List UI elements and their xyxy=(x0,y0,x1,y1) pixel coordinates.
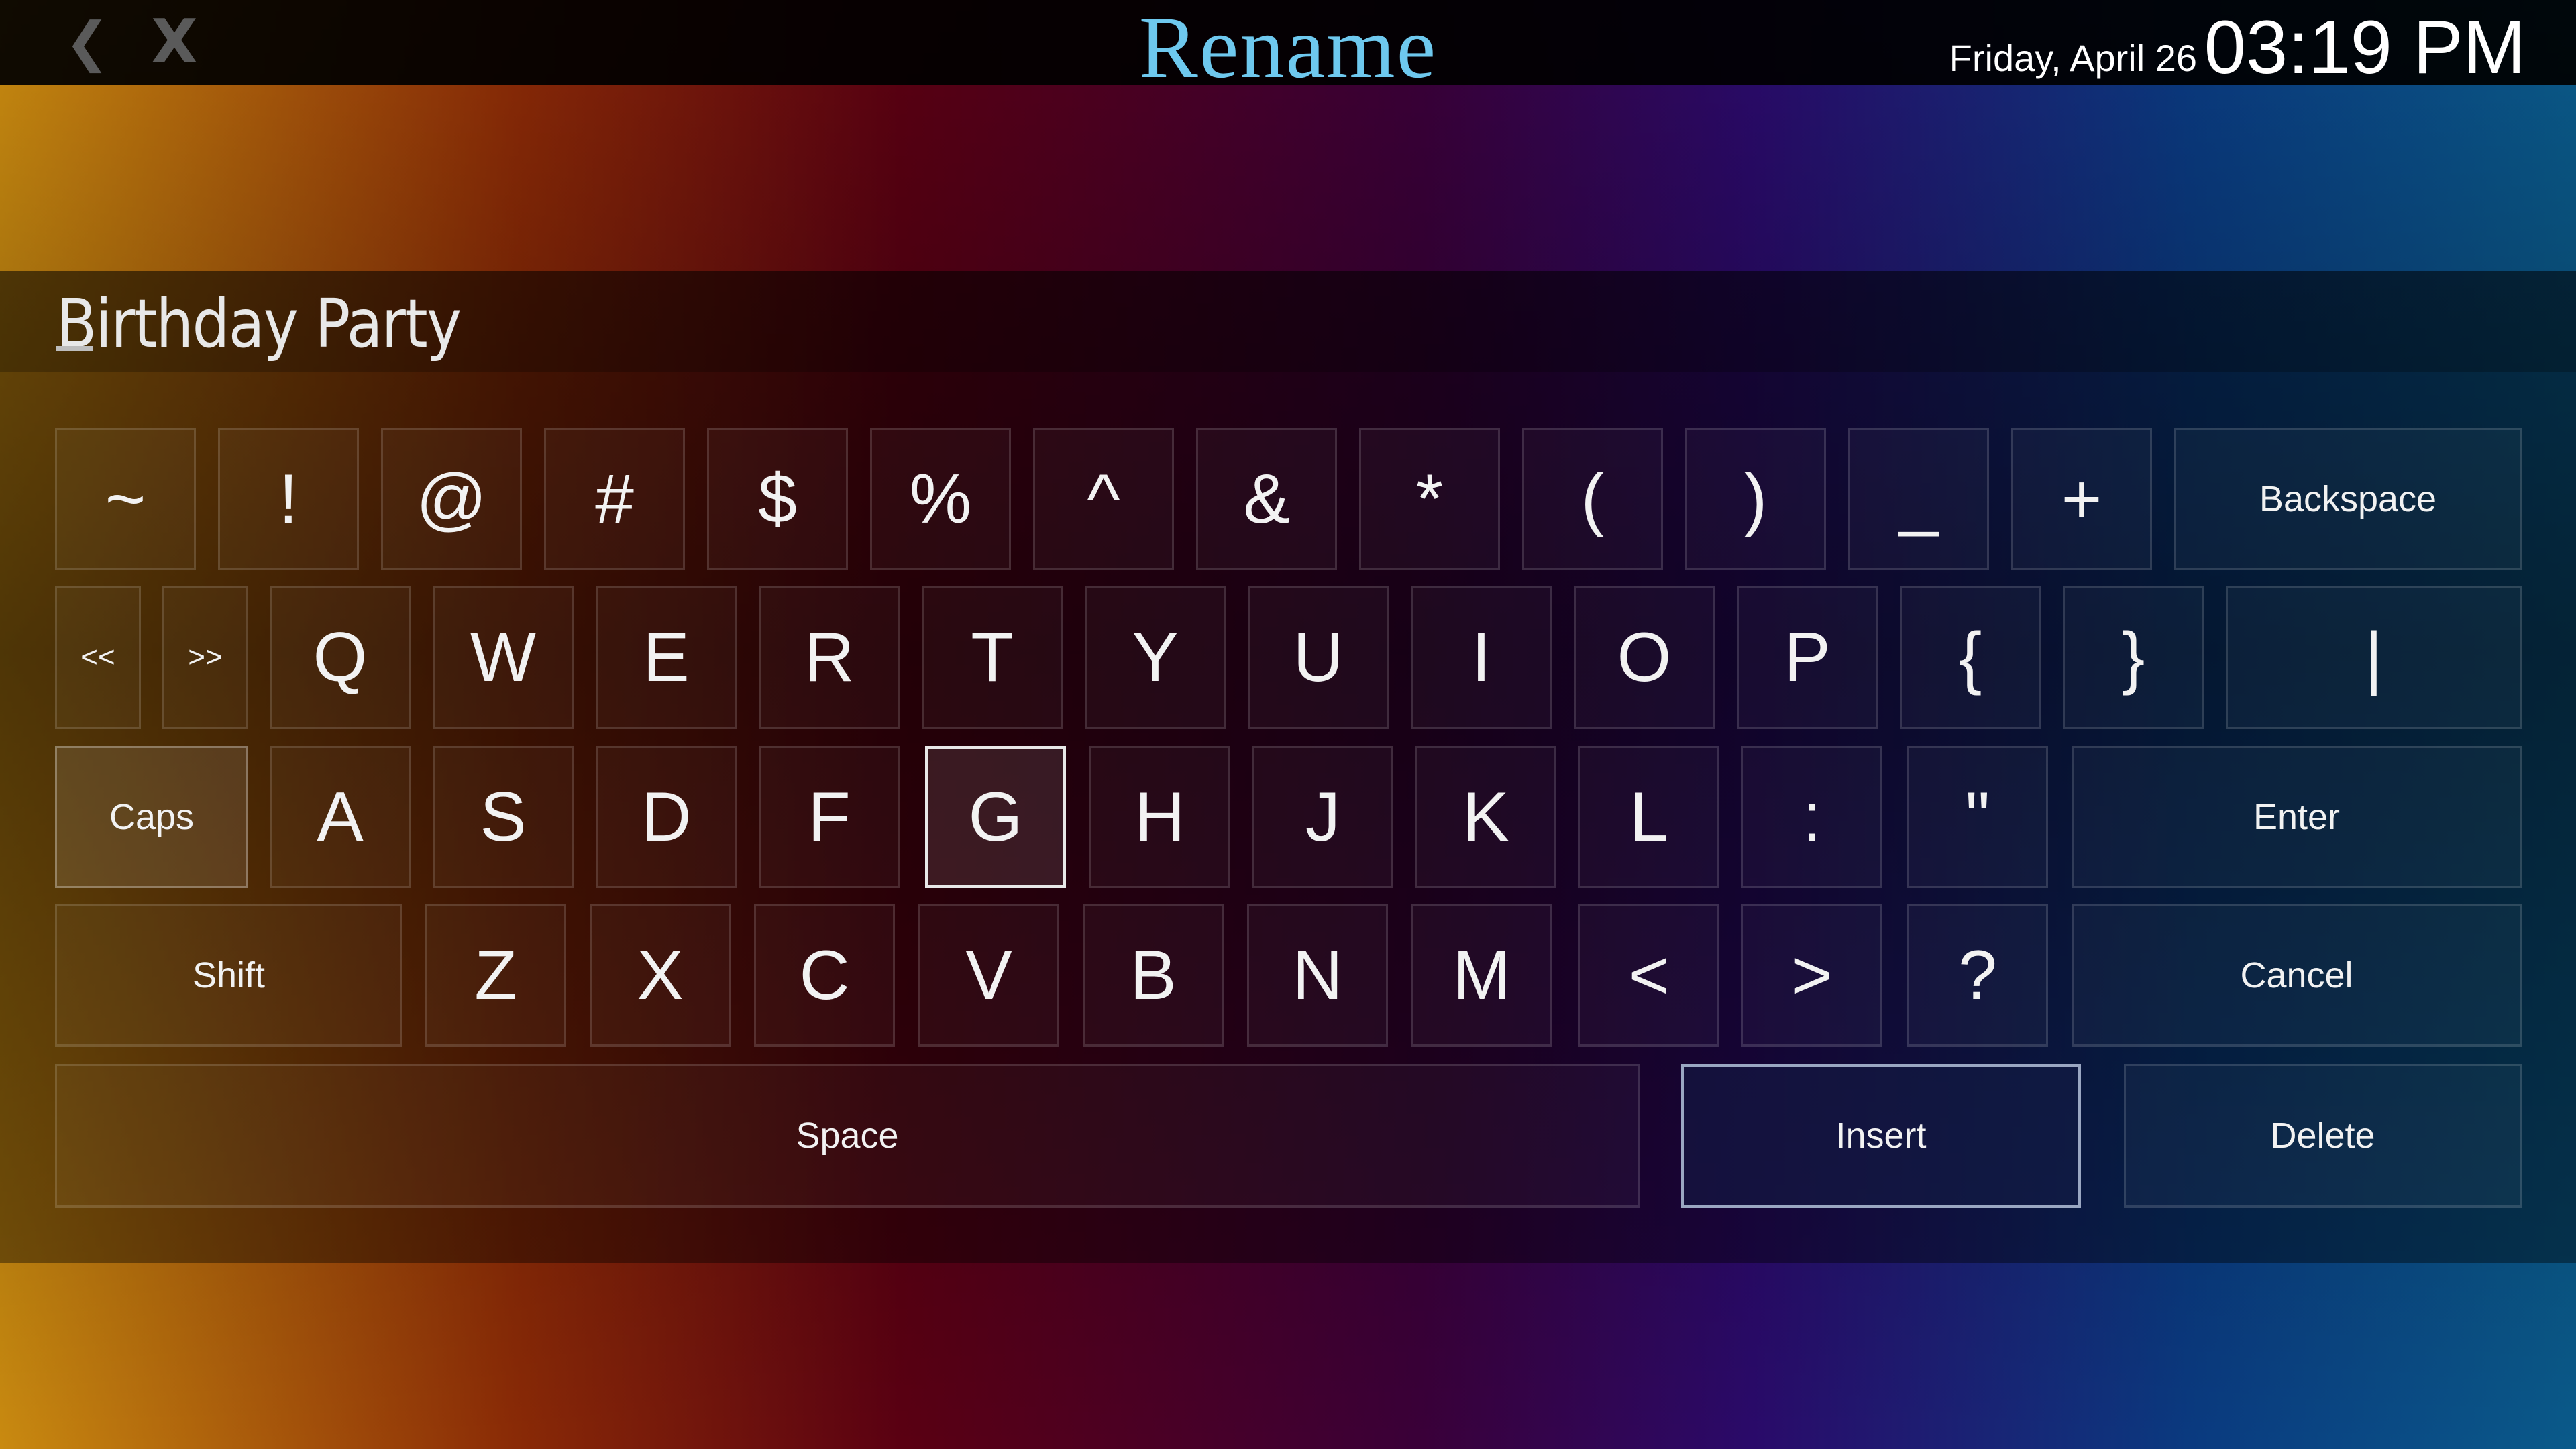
key-o[interactable]: O xyxy=(1574,586,1715,729)
key-m[interactable]: M xyxy=(1411,904,1552,1046)
key-underscore[interactable]: _ xyxy=(1848,428,1989,570)
key-x[interactable]: X xyxy=(590,904,731,1046)
key-l[interactable]: L xyxy=(1578,746,1719,888)
delete-key[interactable]: Delete xyxy=(2124,1064,2522,1208)
key-w[interactable]: W xyxy=(433,586,574,729)
top-bar: ❮ X Rename Friday, April 26 03:19 PM xyxy=(0,0,2576,97)
key-a[interactable]: A xyxy=(270,746,411,888)
caps-key[interactable]: Caps xyxy=(55,746,248,888)
key-u[interactable]: U xyxy=(1248,586,1389,729)
key-v[interactable]: V xyxy=(918,904,1059,1046)
key-g[interactable]: G xyxy=(925,746,1066,888)
key-quote[interactable]: " xyxy=(1907,746,2048,888)
rename-input-field[interactable]: Birthday Party xyxy=(0,271,2576,372)
key-n[interactable]: N xyxy=(1247,904,1388,1046)
key-close-brace[interactable]: } xyxy=(2063,586,2204,729)
input-value: Birthday Party xyxy=(56,284,462,363)
key-less-than[interactable]: < xyxy=(1578,904,1719,1046)
key-c[interactable]: C xyxy=(754,904,895,1046)
key-ampersand[interactable]: & xyxy=(1196,428,1337,570)
key-open-brace[interactable]: { xyxy=(1900,586,2041,729)
key-y[interactable]: Y xyxy=(1085,586,1226,729)
key-asterisk[interactable]: * xyxy=(1359,428,1500,570)
key-pipe[interactable]: | xyxy=(2226,586,2522,729)
key-colon[interactable]: : xyxy=(1741,746,1882,888)
key-h[interactable]: H xyxy=(1089,746,1230,888)
key-plus[interactable]: + xyxy=(2011,428,2152,570)
cursor-right-key[interactable]: >> xyxy=(162,586,248,729)
key-at[interactable]: @ xyxy=(381,428,522,570)
key-caret[interactable]: ^ xyxy=(1033,428,1174,570)
key-greater-than[interactable]: > xyxy=(1741,904,1882,1046)
space-key[interactable]: Space xyxy=(55,1064,1640,1208)
key-e[interactable]: E xyxy=(596,586,737,729)
key-r[interactable]: R xyxy=(759,586,900,729)
key-hash[interactable]: # xyxy=(544,428,685,570)
shift-key[interactable]: Shift xyxy=(55,904,402,1046)
key-dollar[interactable]: $ xyxy=(707,428,848,570)
key-i[interactable]: I xyxy=(1411,586,1552,729)
key-j[interactable]: J xyxy=(1252,746,1393,888)
backspace-key[interactable]: Backspace xyxy=(2174,428,2522,570)
key-t[interactable]: T xyxy=(922,586,1063,729)
key-percent[interactable]: % xyxy=(870,428,1011,570)
key-b[interactable]: B xyxy=(1083,904,1224,1046)
key-tilde[interactable]: ~ xyxy=(55,428,196,570)
clock-time: 03:19 PM xyxy=(2204,5,2526,89)
key-open-paren[interactable]: ( xyxy=(1522,428,1663,570)
key-exclamation[interactable]: ! xyxy=(218,428,359,570)
cursor-left-key[interactable]: << xyxy=(55,586,141,729)
insert-key[interactable]: Insert xyxy=(1681,1064,2081,1208)
key-d[interactable]: D xyxy=(596,746,737,888)
cancel-key[interactable]: Cancel xyxy=(2072,904,2522,1046)
key-s[interactable]: S xyxy=(433,746,574,888)
key-question[interactable]: ? xyxy=(1907,904,2048,1046)
key-p[interactable]: P xyxy=(1737,586,1878,729)
date-label: Friday, April 26 xyxy=(1949,37,2197,79)
text-cursor xyxy=(56,346,93,351)
key-close-paren[interactable]: ) xyxy=(1685,428,1826,570)
enter-key[interactable]: Enter xyxy=(2072,746,2522,888)
key-f[interactable]: F xyxy=(759,746,900,888)
key-k[interactable]: K xyxy=(1415,746,1556,888)
key-q[interactable]: Q xyxy=(270,586,411,729)
key-z[interactable]: Z xyxy=(425,904,566,1046)
